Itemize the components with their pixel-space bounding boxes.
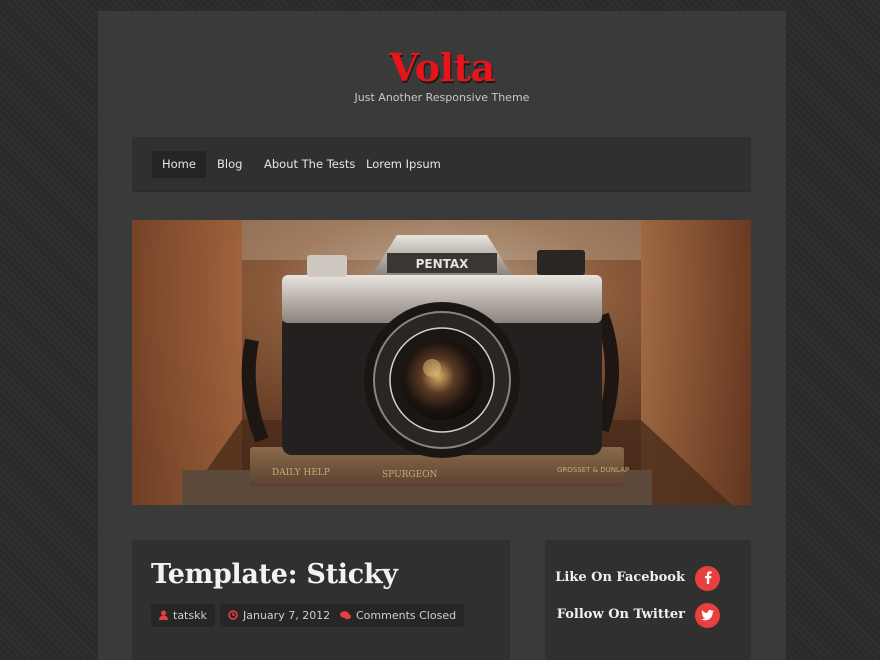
facebook-icon bbox=[704, 569, 712, 588]
nav-item-about-the-tests[interactable]: About The Tests bbox=[254, 151, 365, 178]
book-spine-text-right: GROSSET & DUNLAP bbox=[557, 466, 629, 474]
post-date: January 7, 2012 bbox=[220, 604, 339, 628]
site-tagline: Just Another Responsive Theme bbox=[354, 91, 530, 104]
twitter-button[interactable] bbox=[695, 603, 720, 628]
twitter-icon bbox=[701, 606, 714, 625]
comments-icon bbox=[340, 605, 351, 628]
twitter-label[interactable]: Follow On Twitter bbox=[557, 607, 685, 622]
post-author-name[interactable]: tatskk bbox=[173, 609, 207, 622]
post-author[interactable]: tatskk bbox=[151, 604, 215, 627]
facebook-row[interactable]: Like On Facebook bbox=[545, 566, 751, 594]
nav-item-home[interactable]: Home bbox=[152, 151, 206, 178]
page-container: Volta Just Another Responsive Theme Home… bbox=[98, 11, 786, 660]
post-card: Template: Sticky tatskk January 7, 2012 … bbox=[132, 540, 510, 660]
post-comments-text: Comments Closed bbox=[356, 609, 457, 622]
twitter-row[interactable]: Follow On Twitter bbox=[545, 603, 751, 631]
user-icon bbox=[159, 605, 168, 628]
site-title[interactable]: Volta bbox=[98, 45, 786, 90]
nav-item-lorem-ipsum[interactable]: Lorem Ipsum bbox=[356, 151, 451, 178]
nav-item-blog[interactable]: Blog bbox=[207, 151, 252, 178]
hero-image: DAILY HELP SPURGEON GROSSET & DUNLAP PEN… bbox=[132, 220, 751, 505]
book-spine-text-mid: SPURGEON bbox=[382, 470, 438, 480]
post-comments: Comments Closed bbox=[332, 604, 465, 628]
post-title[interactable]: Template: Sticky bbox=[151, 559, 398, 590]
facebook-button[interactable] bbox=[695, 566, 720, 591]
camera-brand-text: PENTAX bbox=[416, 257, 470, 271]
sidebar-social-widget: Like On Facebook Follow On Twitter bbox=[545, 540, 751, 660]
main-navigation: Home Blog About The Tests Lorem Ipsum bbox=[132, 137, 751, 192]
clock-icon bbox=[228, 605, 238, 628]
camera-photo: DAILY HELP SPURGEON GROSSET & DUNLAP PEN… bbox=[132, 220, 751, 505]
site-title-text[interactable]: Volta bbox=[389, 45, 495, 90]
book-spine-text-left: DAILY HELP bbox=[272, 468, 330, 478]
post-date-text: January 7, 2012 bbox=[243, 609, 331, 622]
facebook-label[interactable]: Like On Facebook bbox=[555, 570, 685, 585]
